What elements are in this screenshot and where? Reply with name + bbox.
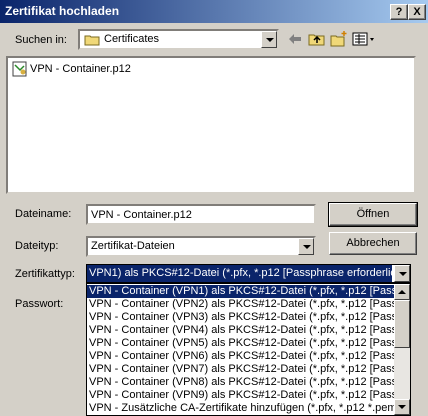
lookin-combo[interactable]: Certificates [78,29,279,50]
view-menu-icon[interactable] [352,30,376,48]
filename-label: Dateiname: [15,208,72,220]
new-folder-icon[interactable] [330,30,348,48]
lookin-dropdown-button[interactable] [261,31,277,48]
lookin-label: Suchen in: [15,34,67,46]
filetype-label: Dateityp: [15,240,59,252]
certtype-label: Zertifikattyp: [15,268,75,280]
cancel-button[interactable]: Abbrechen [329,232,417,255]
filename-value: VPN - Container.p12 [91,209,192,221]
open-button[interactable]: Öffnen [328,202,418,227]
filetype-dropdown-button[interactable] [298,238,314,255]
certtype-value: VPN1) als PKCS#12-Datei (*.pfx, *.p12 [P… [87,265,392,282]
lookin-value: Certificates [104,33,160,45]
dropdown-option[interactable]: VPN - Container (VPN1) als PKCS#12-Datei… [87,285,397,298]
scroll-thumb[interactable] [394,300,410,348]
title-bar[interactable]: Zertifikat hochladen ? X [0,0,428,23]
dropdown-option[interactable]: VPN - Container (VPN4) als PKCS#12-Datei… [87,324,397,337]
password-label: Passwort: [15,298,64,310]
dropdown-option[interactable]: VPN - Container (VPN8) als PKCS#12-Datei… [87,376,397,389]
help-button[interactable]: ? [390,4,408,20]
back-icon[interactable] [286,30,304,48]
filetype-combo[interactable]: Zertifikat-Dateien [86,236,316,257]
filename-input[interactable]: VPN - Container.p12 [86,204,316,225]
dropdown-option[interactable]: VPN - Container (VPN9) als PKCS#12-Datei… [87,389,397,402]
scroll-down-button[interactable] [394,399,410,415]
dropdown-option[interactable]: VPN - Container (VPN2) als PKCS#12-Datei… [87,298,397,311]
scroll-down-icon [398,405,406,409]
certtype-dropdown-list[interactable]: VPN - Container (VPN1) als PKCS#12-Datei… [86,283,411,416]
scroll-up-icon [398,290,406,294]
file-list[interactable]: VPN - Container.p12 [6,56,416,194]
certificate-file-icon [12,61,27,77]
dropdown-scrollbar[interactable] [394,284,410,415]
folder-icon [84,35,100,46]
dropdown-option[interactable]: VPN - Container (VPN3) als PKCS#12-Datei… [87,311,397,324]
certtype-dropdown-button[interactable] [394,265,410,282]
certtype-combo[interactable]: VPN1) als PKCS#12-Datei (*.pfx, *.p12 [P… [86,264,411,283]
scroll-up-button[interactable] [394,284,410,300]
dropdown-option[interactable]: VPN - Zusätzliche CA-Zertifikate hinzufü… [87,402,397,415]
filetype-value: Zertifikat-Dateien [91,240,175,252]
list-item[interactable]: VPN - Container.p12 [12,61,131,77]
close-button[interactable]: X [408,4,426,20]
dropdown-option[interactable]: VPN - Container (VPN6) als PKCS#12-Datei… [87,350,397,363]
file-upload-dialog: Zertifikat hochladen ? X Suchen in: Cert… [0,0,428,416]
file-name: VPN - Container.p12 [30,63,131,75]
dropdown-option[interactable]: VPN - Container (VPN5) als PKCS#12-Datei… [87,337,397,350]
window-title: Zertifikat hochladen [5,4,120,18]
up-folder-icon[interactable] [308,30,326,48]
dropdown-option[interactable]: VPN - Container (VPN7) als PKCS#12-Datei… [87,363,397,376]
